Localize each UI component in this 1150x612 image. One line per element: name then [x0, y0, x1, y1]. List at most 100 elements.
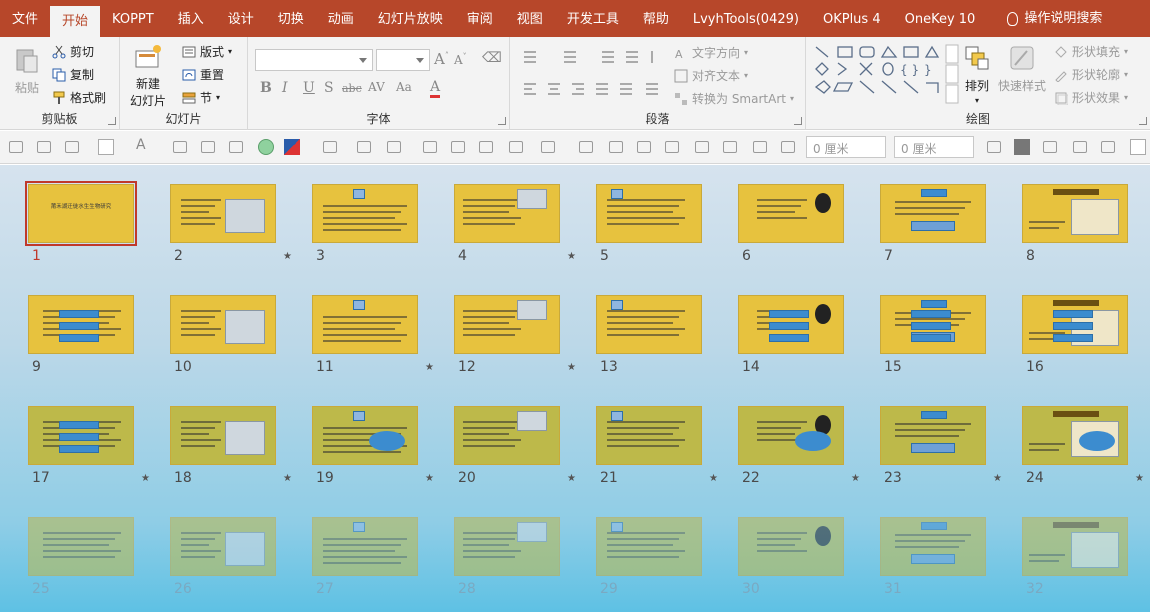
slide-thumbnail-29[interactable]: 29 [596, 517, 702, 601]
bold-button[interactable]: B [260, 80, 272, 96]
shape-fill-button[interactable]: 形状填充 ▾ [1054, 43, 1128, 60]
tab-6[interactable]: 动画 [316, 0, 366, 37]
list-indent-icons[interactable] [518, 49, 668, 65]
drawing-launcher-icon[interactable] [1139, 117, 1147, 125]
tab-3[interactable]: 插入 [166, 0, 216, 37]
slide-preview[interactable] [738, 406, 844, 465]
smartart-button[interactable]: 转换为 SmartArt ▾ [674, 90, 794, 107]
slide-thumbnail-15[interactable]: 15 [880, 295, 986, 379]
distribute-v-icon[interactable] [780, 139, 796, 155]
line-style-icon[interactable] [386, 139, 402, 155]
text-box-icon[interactable] [98, 139, 114, 155]
slide-preview[interactable] [738, 295, 844, 354]
shape-merge-icon[interactable] [478, 139, 494, 155]
slide-preview[interactable] [596, 295, 702, 354]
tab-14[interactable]: OneKey 10 [893, 0, 988, 37]
tab-7[interactable]: 幻灯片放映 [366, 0, 455, 37]
bucket-icon[interactable] [322, 139, 338, 155]
slide-preview[interactable] [596, 517, 702, 576]
copy-button[interactable]: 复制 [52, 66, 94, 83]
tab-9[interactable]: 视图 [505, 0, 555, 37]
tab-11[interactable]: 帮助 [631, 0, 681, 37]
align-icons[interactable] [518, 81, 668, 97]
section-button[interactable]: 节 ▾ [182, 89, 220, 106]
frame-icon[interactable] [1100, 139, 1116, 155]
close-box-icon[interactable] [1014, 139, 1030, 155]
picture-replace-icon[interactable] [200, 139, 216, 155]
shape-width-field[interactable]: 0 厘米 [806, 136, 886, 158]
slide-thumbnail-14[interactable]: 14 [738, 295, 844, 379]
slide-thumbnail-26[interactable]: 26 [170, 517, 276, 601]
slide-preview[interactable] [596, 184, 702, 243]
tab-12[interactable]: LvyhTools(0429) [681, 0, 811, 37]
font-color-button[interactable]: A [430, 79, 441, 98]
slide-preview[interactable] [170, 517, 276, 576]
change-case-button[interactable]: Aa [396, 80, 412, 94]
char-spacing-button[interactable]: AV [368, 80, 385, 94]
shape-union-icon[interactable] [508, 139, 524, 155]
slide-preview[interactable] [454, 184, 560, 243]
slide-preview[interactable] [28, 295, 134, 354]
layout-button[interactable]: 版式 ▾ [182, 43, 232, 60]
slide-preview[interactable]: 莆禾湖迁徙水生生物研究 [25, 181, 137, 246]
align-text-button[interactable]: 对齐文本 ▾ [674, 67, 748, 84]
crop-icon[interactable] [36, 139, 52, 155]
selection-pane-icon[interactable] [1042, 139, 1058, 155]
arrange-button[interactable]: 排列 ▾ [962, 43, 992, 105]
slide-preview[interactable] [880, 406, 986, 465]
slide-thumbnail-1[interactable]: 莆禾湖迁徙水生生物研究 1 [25, 181, 137, 268]
align-left-icon[interactable] [578, 139, 594, 155]
slide-thumbnail-4[interactable]: 4 ★ [454, 184, 576, 268]
slide-thumbnail-20[interactable]: 20 ★ [454, 406, 576, 490]
underline-button[interactable]: U [303, 80, 315, 96]
slide-thumbnail-6[interactable]: 6 [738, 184, 844, 268]
slide-thumbnail-21[interactable]: 21 ★ [596, 406, 718, 490]
slide-preview[interactable] [312, 295, 418, 354]
reset-button[interactable]: 重置 [182, 66, 224, 83]
slide-thumbnail-16[interactable]: 16 [1022, 295, 1128, 379]
slide-thumbnail-31[interactable]: 31 [880, 517, 986, 601]
slide-preview[interactable] [596, 406, 702, 465]
tab-8[interactable]: 审阅 [455, 0, 505, 37]
new-slide-button[interactable]: 新建 幻灯片 [130, 43, 166, 109]
strikethrough-button[interactable]: abc [342, 82, 362, 95]
align-bottom-icon[interactable] [722, 139, 738, 155]
slide-preview[interactable] [880, 295, 986, 354]
slide-preview[interactable] [454, 295, 560, 354]
eyedropper-icon[interactable] [172, 139, 188, 155]
slide-thumbnail-19[interactable]: 19 ★ [312, 406, 434, 490]
tab-5[interactable]: 切换 [266, 0, 316, 37]
slide-thumbnail-3[interactable]: 3 [312, 184, 418, 268]
image-icon[interactable] [64, 139, 80, 155]
shape-height-field[interactable]: 0 厘米 [894, 136, 974, 158]
slide-preview[interactable] [28, 517, 134, 576]
tab-0[interactable]: 文件 [0, 0, 50, 37]
format-painter-button[interactable]: 格式刷 [52, 89, 106, 106]
slide-thumbnail-17[interactable]: 17 ★ [28, 406, 150, 490]
tab-13[interactable]: OKPlus 4 [811, 0, 893, 37]
quick-styles-button[interactable]: 快速样式 [998, 43, 1046, 94]
shrink-font-button[interactable]: A˅ [454, 52, 467, 67]
clear-format-icon[interactable]: ⌫ [482, 50, 502, 66]
slide-thumbnail-24[interactable]: 24 ★ [1022, 406, 1144, 490]
slide-thumbnail-11[interactable]: 11 ★ [312, 295, 434, 379]
shadow-button[interactable]: S [324, 80, 334, 96]
slide-preview[interactable] [1022, 184, 1128, 243]
slide-preview[interactable] [170, 184, 276, 243]
slide-thumbnail-13[interactable]: 13 [596, 295, 702, 379]
slide-thumbnail-23[interactable]: 23 ★ [880, 406, 1002, 490]
slide-preview[interactable] [454, 517, 560, 576]
effects-tool-icon[interactable] [540, 139, 556, 155]
distribute-h-icon[interactable] [752, 139, 768, 155]
slide-thumbnail-28[interactable]: 28 [454, 517, 560, 601]
slide-preview[interactable] [880, 184, 986, 243]
circle-shape-icon[interactable] [258, 139, 274, 155]
slide-preview[interactable] [1022, 295, 1128, 354]
slide-thumbnail-10[interactable]: 10 [170, 295, 276, 379]
slide-preview[interactable] [454, 406, 560, 465]
slide-preview[interactable] [170, 406, 276, 465]
slide-thumbnail-2[interactable]: 2 ★ [170, 184, 292, 268]
slide-thumbnail-27[interactable]: 27 [312, 517, 418, 601]
font-style-icon[interactable]: A [136, 137, 152, 153]
shapes-gallery[interactable]: { }} [812, 43, 960, 105]
